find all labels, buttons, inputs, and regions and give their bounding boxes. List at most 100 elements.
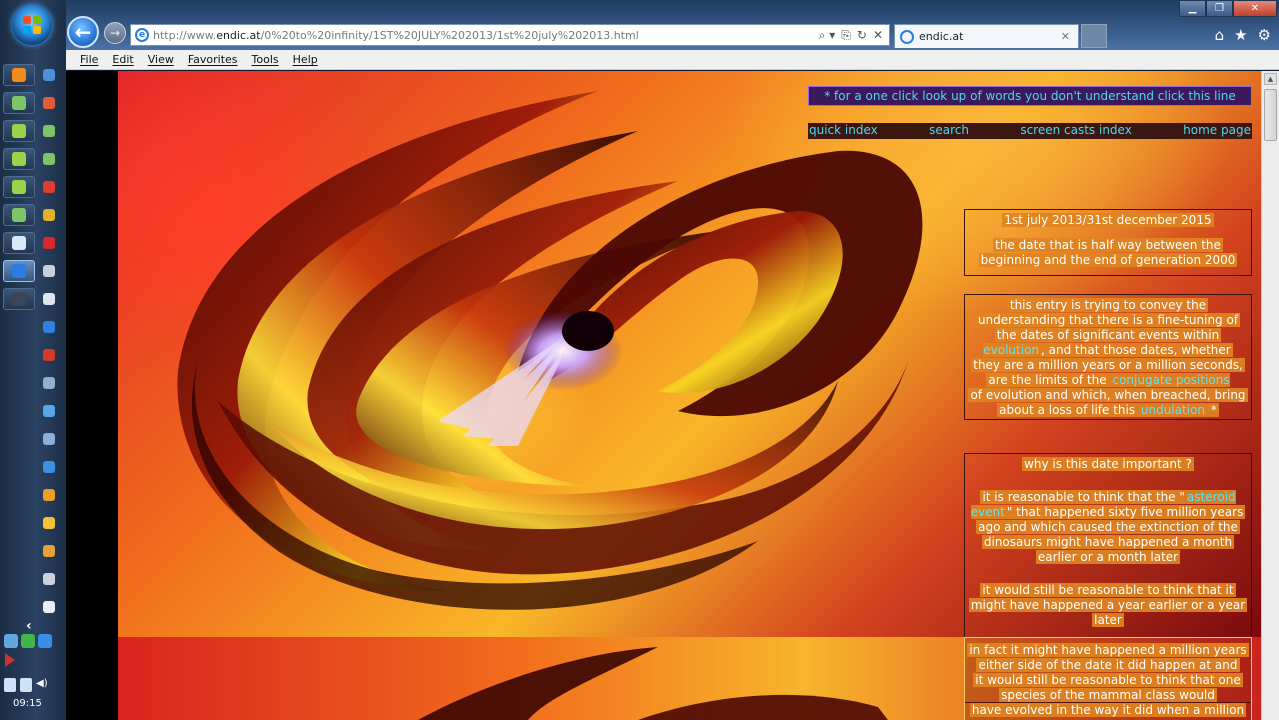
camera-icon bbox=[43, 265, 55, 277]
conjugate-positions-link[interactable]: conjugate positions bbox=[1112, 373, 1230, 387]
url-path: /0%20to%20infinity/1ST%20JULY%202013/1st… bbox=[260, 28, 639, 42]
taskbar-button-grid-app-2[interactable] bbox=[40, 148, 58, 170]
stop-icon[interactable]: ✕ bbox=[873, 28, 883, 43]
taskbar-button-paint[interactable] bbox=[40, 92, 58, 114]
url-text[interactable]: http://www.endic.at/0%20to%20infinity/1S… bbox=[153, 29, 819, 42]
minimize-button[interactable]: ▁ bbox=[1179, 0, 1206, 17]
show-hidden-icons-chevron-icon[interactable]: ‹ bbox=[26, 618, 32, 634]
taskbar-button-command-window[interactable] bbox=[3, 288, 35, 310]
taskbar-button-list[interactable] bbox=[40, 596, 58, 618]
taskbar-button-media[interactable] bbox=[40, 204, 58, 226]
taskbar-pinned-right bbox=[40, 64, 58, 618]
tab-close-icon[interactable]: ✕ bbox=[1061, 30, 1070, 43]
evolution-link[interactable]: evolution bbox=[983, 343, 1040, 357]
red-app-icon bbox=[43, 237, 55, 249]
gear-icon[interactable]: ⚙ bbox=[1258, 26, 1271, 44]
date-heading: 1st july 2013/31st december 2015 bbox=[1002, 213, 1214, 227]
volume-icon[interactable]: ◀) bbox=[36, 678, 48, 692]
google-icon bbox=[43, 517, 55, 529]
monitor-icon bbox=[43, 69, 55, 81]
taskbar-button-printer[interactable] bbox=[40, 428, 58, 450]
word-lookup-link[interactable]: * for a one click look up of words you d… bbox=[808, 86, 1252, 106]
asteroid-event-link-2[interactable]: event bbox=[970, 505, 1005, 519]
taskbar-button-chart[interactable] bbox=[40, 372, 58, 394]
menu-file[interactable]: File bbox=[80, 53, 98, 66]
address-bar[interactable]: e http://www.endic.at/0%20to%20infinity/… bbox=[130, 24, 890, 46]
nav-screen-casts-index[interactable]: screen casts index bbox=[1020, 123, 1132, 139]
taskbar-button-globe[interactable] bbox=[40, 400, 58, 422]
taskbar-button-camera[interactable] bbox=[40, 260, 58, 282]
url-prefix: http://www. bbox=[153, 28, 217, 42]
taskbar-button-google[interactable] bbox=[40, 512, 58, 534]
close-button[interactable]: ✕ bbox=[1233, 0, 1277, 17]
remote-desktop-icon bbox=[12, 96, 26, 110]
nav-quick-index[interactable]: quick index bbox=[809, 123, 878, 139]
battery-icon[interactable] bbox=[4, 678, 16, 692]
taskbar-button-chrome-red[interactable] bbox=[40, 176, 58, 198]
undulation-link[interactable]: undulation bbox=[1140, 403, 1206, 417]
menu-favorites[interactable]: Favorites bbox=[188, 53, 238, 66]
taskbar: ‹ ◀) 09:15 bbox=[0, 0, 66, 720]
compatibility-view-icon[interactable]: ⎘ bbox=[841, 28, 851, 43]
refresh-icon[interactable]: ↻ bbox=[857, 28, 867, 43]
menu-edit[interactable]: Edit bbox=[112, 53, 133, 66]
menu-tools[interactable]: Tools bbox=[252, 53, 279, 66]
entry-line: , and that those dates, whether bbox=[1039, 343, 1233, 357]
green-tray-icon[interactable] bbox=[21, 634, 35, 648]
fact-line: in fact it might have happened a million… bbox=[967, 643, 1249, 657]
back-button[interactable]: ← bbox=[67, 16, 99, 48]
fact-line: have evolved in the way it did when a mi… bbox=[969, 703, 1247, 717]
app-green-icon bbox=[12, 208, 26, 222]
menu-help[interactable]: Help bbox=[293, 53, 318, 66]
menu-view[interactable]: View bbox=[148, 53, 174, 66]
taskbar-button-document[interactable] bbox=[3, 232, 35, 254]
settings-tray-icon[interactable] bbox=[4, 634, 18, 648]
date-line-2: beginning and the end of generation 2000 bbox=[978, 253, 1238, 267]
taskbar-button-notepad-green-2[interactable] bbox=[3, 148, 35, 170]
taskbar-button-blue-circle[interactable] bbox=[40, 316, 58, 338]
taskbar-button-film-strip[interactable] bbox=[40, 288, 58, 310]
taskbar-button-blue-dot[interactable] bbox=[40, 456, 58, 478]
fact-box: in fact it might have happened a million… bbox=[964, 637, 1252, 720]
action-center-flag-icon[interactable] bbox=[5, 653, 15, 667]
vertical-scrollbar[interactable]: ▲ bbox=[1261, 71, 1279, 720]
taskbar-button-monitor[interactable] bbox=[40, 64, 58, 86]
asteroid-event-link[interactable]: asteroid bbox=[1186, 490, 1236, 504]
taskbar-button-app-10[interactable] bbox=[40, 484, 58, 506]
maximize-button[interactable]: ❐ bbox=[1206, 0, 1233, 17]
entry-line: * bbox=[1205, 403, 1219, 417]
clock[interactable]: 09:15 bbox=[13, 698, 42, 709]
forward-button[interactable]: → bbox=[104, 22, 126, 44]
entry-line: understanding that there is a fine-tunin… bbox=[975, 313, 1241, 327]
taskbar-button-clapper[interactable] bbox=[40, 568, 58, 590]
star-icon[interactable]: ★ bbox=[1234, 26, 1247, 44]
search-dropdown-icon[interactable]: ⌕ ▾ bbox=[819, 28, 836, 43]
scroll-up-arrow-icon[interactable]: ▲ bbox=[1264, 73, 1277, 85]
new-tab-button[interactable] bbox=[1081, 24, 1107, 48]
home-icon[interactable]: ⌂ bbox=[1215, 26, 1225, 44]
network-tray-icon[interactable] bbox=[38, 634, 52, 648]
taskbar-button-red-square[interactable] bbox=[40, 344, 58, 366]
entry-line: about a loss of life this bbox=[997, 403, 1141, 417]
tab-endic[interactable]: endic.at ✕ bbox=[894, 24, 1079, 48]
nav-home-page[interactable]: home page bbox=[1183, 123, 1251, 139]
fact-line: either side of the date it did happen at… bbox=[976, 658, 1240, 672]
notepad-green-icon-3 bbox=[12, 180, 26, 194]
entry-box: this entry is trying to convey the under… bbox=[964, 294, 1252, 420]
scroll-thumb[interactable] bbox=[1264, 89, 1277, 141]
taskbar-button-internet-explorer[interactable] bbox=[3, 260, 35, 282]
taskbar-button-remote-desktop[interactable] bbox=[3, 92, 35, 114]
nav-search[interactable]: search bbox=[929, 123, 969, 139]
taskbar-button-chrome[interactable] bbox=[40, 540, 58, 562]
taskbar-button-notepad-green[interactable] bbox=[3, 120, 35, 142]
taskbar-button-notepad-green-3[interactable] bbox=[3, 176, 35, 198]
globe-icon bbox=[43, 405, 55, 417]
taskbar-button-red-app[interactable] bbox=[40, 232, 58, 254]
web-page: ▲ * for a one click look up of words you… bbox=[66, 71, 1279, 720]
taskbar-button-grid-app[interactable] bbox=[40, 120, 58, 142]
taskbar-button-app-green[interactable] bbox=[3, 204, 35, 226]
taskbar-button-firefox[interactable] bbox=[3, 64, 35, 86]
start-button[interactable] bbox=[12, 5, 52, 45]
system-tray: ◀) bbox=[4, 678, 48, 692]
network-icon[interactable] bbox=[20, 678, 32, 692]
